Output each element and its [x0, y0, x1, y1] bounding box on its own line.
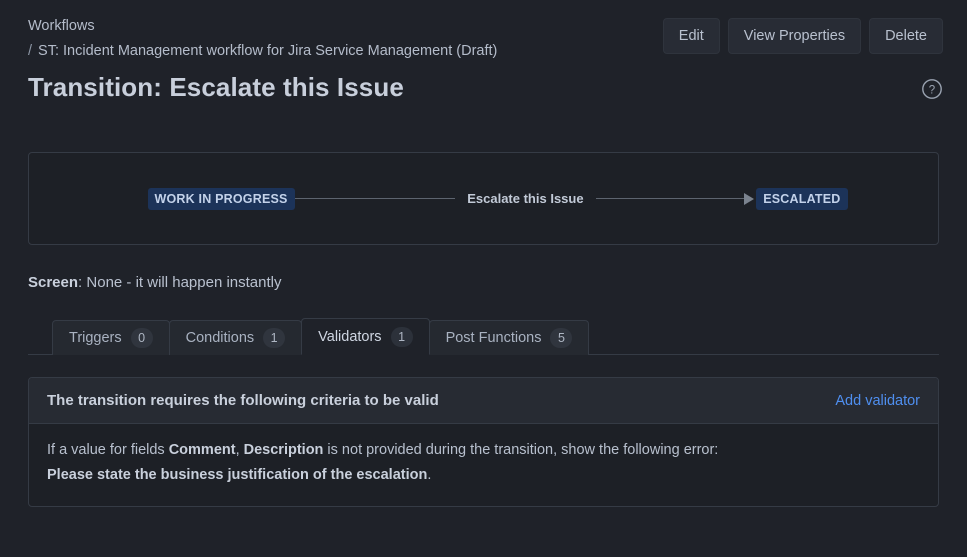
- tab-conditions[interactable]: Conditions 1: [168, 320, 303, 355]
- tab-conditions-label: Conditions: [185, 330, 255, 346]
- flow-line-right: [595, 198, 745, 199]
- status-badge-to: ESCALATED: [756, 187, 848, 210]
- screen-value: None - it will happen instantly: [86, 274, 282, 291]
- tab-triggers-label: Triggers: [69, 330, 122, 346]
- page-title: Transition: Escalate this Issue: [28, 72, 404, 102]
- header-actions: Edit View Properties Delete: [662, 14, 943, 54]
- edit-button[interactable]: Edit: [662, 18, 720, 54]
- tab-bar: Triggers 0 Conditions 1 Validators 1 Pos…: [28, 318, 939, 355]
- breadcrumb-current-wrap: / ST: Incident Management workflow for Ji…: [28, 39, 497, 64]
- arrow-head-icon: [744, 192, 755, 205]
- tab-validators[interactable]: Validators 1: [301, 318, 430, 355]
- breadcrumb-current-label[interactable]: ST: Incident Management workflow for Jir…: [38, 43, 497, 59]
- tab-post-functions-count: 5: [550, 328, 573, 348]
- screen-line: Screen: None - it will happen instantly: [28, 273, 939, 293]
- breadcrumb-separator: /: [28, 43, 33, 59]
- validators-panel-title: The transition requires the following cr…: [47, 392, 439, 409]
- validator-field-description: Description: [243, 442, 324, 458]
- add-validator-link[interactable]: Add validator: [835, 393, 920, 409]
- validators-panel-body: If a value for fields Comment, Descripti…: [29, 424, 938, 506]
- tab-conditions-count: 1: [263, 328, 286, 348]
- screen-label: Screen: [28, 274, 79, 291]
- validator-error-message: Please state the business justification …: [47, 467, 428, 483]
- tab-triggers[interactable]: Triggers 0: [52, 320, 170, 355]
- breadcrumb-root[interactable]: Workflows: [28, 14, 497, 39]
- breadcrumb: Workflows / ST: Incident Management workf…: [28, 14, 497, 64]
- tab-triggers-count: 0: [130, 328, 153, 348]
- tab-validators-label: Validators: [318, 328, 382, 345]
- flow-arrow: [595, 192, 757, 205]
- page-header: Workflows / ST: Incident Management workf…: [0, 0, 967, 104]
- tab-post-functions[interactable]: Post Functions 5: [428, 320, 590, 355]
- header-row: Workflows / ST: Incident Management workf…: [28, 14, 943, 64]
- transition-flow: WORK IN PROGRESS Escalate this Issue ESC…: [147, 187, 848, 210]
- page-content: WORK IN PROGRESS Escalate this Issue ESC…: [0, 152, 967, 507]
- validator-text-middle: is not provided during the transition, s…: [323, 442, 719, 458]
- validator-text-period: .: [427, 467, 432, 483]
- view-properties-button[interactable]: View Properties: [727, 18, 862, 54]
- help-circle-icon[interactable]: ?: [921, 78, 943, 100]
- delete-button[interactable]: Delete: [869, 18, 943, 54]
- transition-diagram-panel: WORK IN PROGRESS Escalate this Issue ESC…: [28, 152, 939, 245]
- transition-name-label: Escalate this Issue: [467, 191, 584, 206]
- validators-panel: The transition requires the following cr…: [28, 377, 939, 507]
- status-badge-from: WORK IN PROGRESS: [147, 187, 295, 210]
- validator-field-comment: Comment: [168, 442, 236, 458]
- flow-line-left: [294, 198, 456, 199]
- validators-panel-header: The transition requires the following cr…: [29, 378, 938, 424]
- validator-text-prefix: If a value for fields: [47, 442, 169, 458]
- tab-post-functions-label: Post Functions: [445, 330, 542, 346]
- svg-text:?: ?: [929, 84, 935, 96]
- validator-field-separator: ,: [235, 442, 244, 458]
- tab-validators-count: 1: [390, 326, 413, 347]
